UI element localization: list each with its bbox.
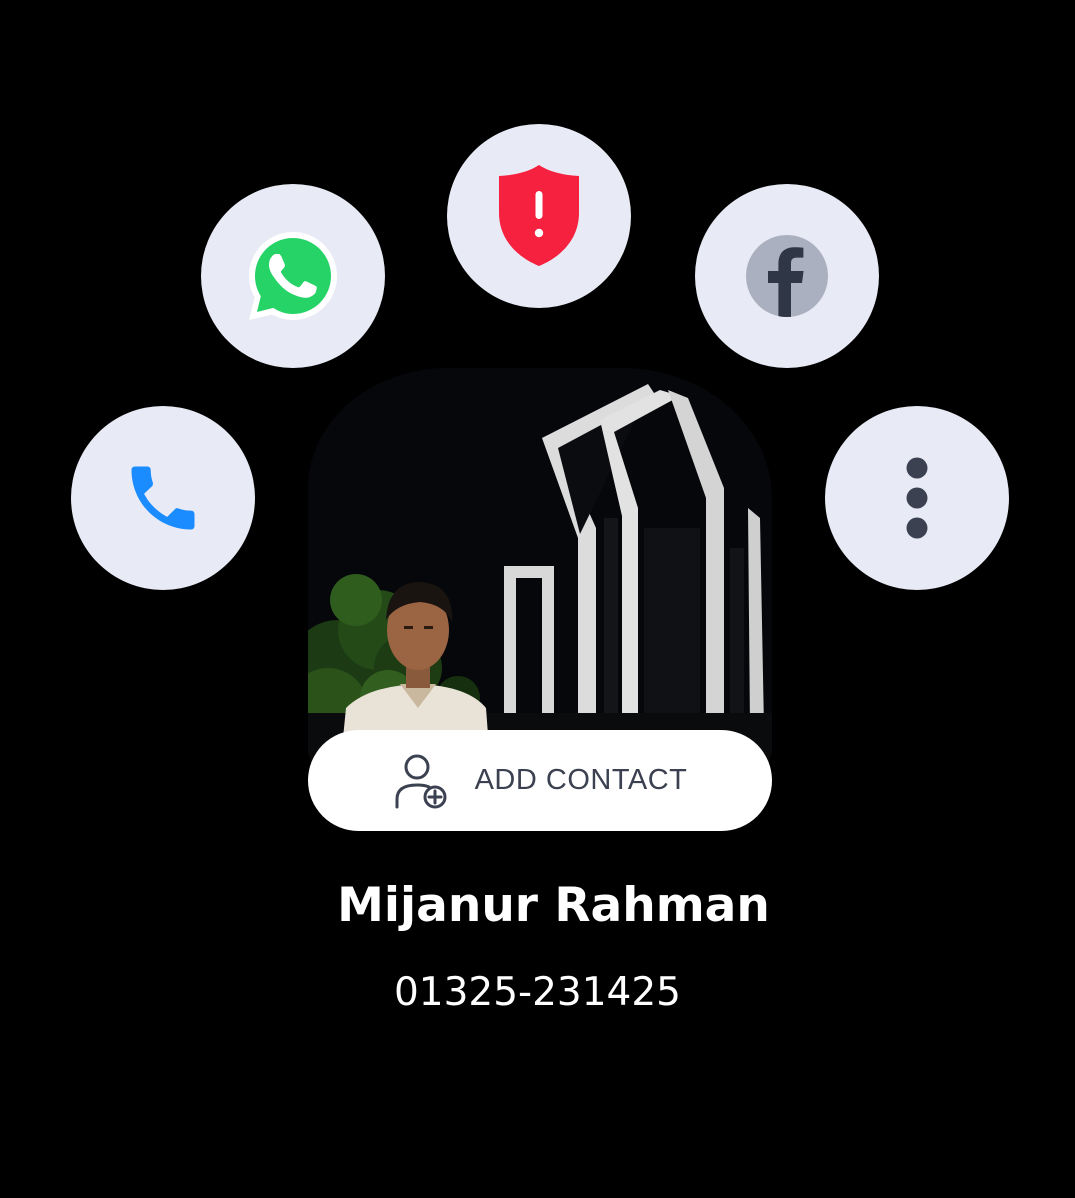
facebook-button[interactable]: [695, 184, 879, 368]
call-button[interactable]: [71, 406, 255, 590]
more-vertical-icon: [906, 457, 928, 539]
spam-alert-button[interactable]: [447, 124, 631, 308]
phone-icon: [131, 466, 195, 530]
photo-image: [308, 368, 772, 788]
whatsapp-button[interactable]: [201, 184, 385, 368]
add-person-icon: [395, 754, 447, 808]
contact-photo: [308, 368, 772, 788]
contact-name: Mijanur Rahman: [337, 878, 770, 933]
add-contact-label: ADD CONTACT: [474, 764, 688, 796]
contact-phone-number: 01325-231425: [393, 970, 681, 1015]
more-options-button[interactable]: [825, 406, 1009, 590]
add-contact-button[interactable]: ADD CONTACT: [308, 730, 772, 831]
shield-alert-icon: [499, 165, 579, 266]
whatsapp-icon: [249, 232, 337, 320]
facebook-icon: [746, 235, 828, 317]
